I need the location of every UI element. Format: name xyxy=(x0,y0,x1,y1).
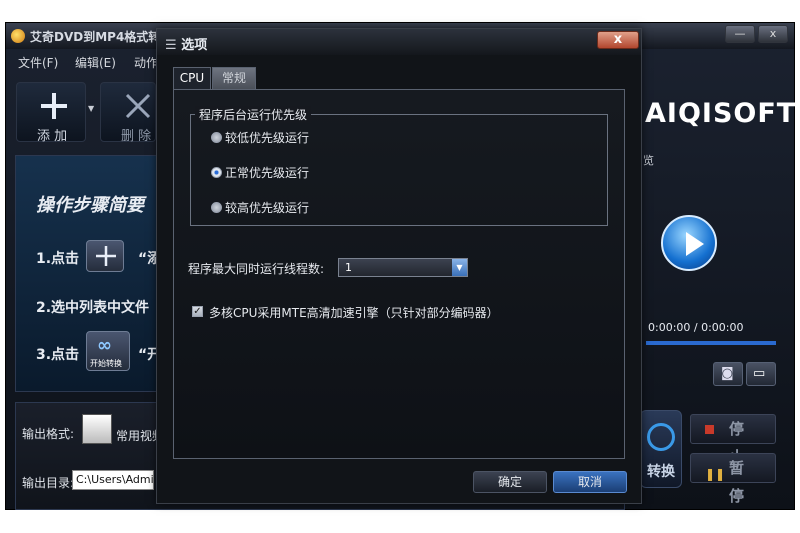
brand-logo: AIQISOFT xyxy=(645,98,797,129)
dialog-close-button[interactable]: x xyxy=(597,31,639,49)
cancel-button[interactable]: 取消 xyxy=(553,471,627,493)
app-logo-icon xyxy=(11,29,25,43)
priority-group: 程序后台运行优先级 较低优先级运行 正常优先级运行 较高优先级运行 xyxy=(190,106,608,226)
thread-count-value: 1 xyxy=(345,261,352,274)
playback-progress[interactable] xyxy=(646,341,776,345)
delete-button[interactable]: 删 除 xyxy=(100,82,156,144)
delete-label: 删 除 xyxy=(121,129,152,144)
thread-count-label: 程序最大同时运行线程数: xyxy=(188,262,325,276)
pause-icon: ❚❚ xyxy=(705,467,726,481)
menu-file[interactable]: 文件(F) xyxy=(18,54,58,71)
camera-icon: ◙ xyxy=(721,366,734,381)
delete-x-icon xyxy=(125,93,151,119)
priority-group-title: 程序后台运行优先级 xyxy=(195,106,312,123)
output-format-label: 输出格式: xyxy=(22,427,75,441)
close-window-button[interactable]: x xyxy=(758,25,788,43)
radio-normal-priority[interactable] xyxy=(211,167,222,178)
open-folder-button[interactable]: ▭ xyxy=(746,362,776,386)
pause-button[interactable]: ❚❚ 暂 停 xyxy=(690,453,776,505)
stop-icon xyxy=(705,425,714,434)
plus-icon xyxy=(41,93,67,119)
convert-icon-caption: 开始转换 xyxy=(90,359,122,368)
step2-text: 2.选中列表中文件 xyxy=(36,300,150,316)
play-icon xyxy=(686,232,704,256)
menu-action[interactable]: 动作 xyxy=(134,54,158,71)
step1-add-icon xyxy=(86,240,124,272)
step3-text: 3.点击 xyxy=(36,347,80,363)
ok-button[interactable]: 确定 xyxy=(473,471,547,493)
start-convert-button[interactable]: 转换 xyxy=(640,410,682,488)
add-label: 添 加 xyxy=(37,129,68,144)
chevron-down-icon[interactable]: ▼ xyxy=(452,259,467,276)
minimize-button[interactable]: — xyxy=(725,25,755,43)
dialog-title-text: 选项 xyxy=(181,38,208,53)
mte-label[interactable]: 多核CPU采用MTE高清加速引擎（只针对部分编码器） xyxy=(209,304,499,321)
step3-convert-icon: ∞ 开始转换 xyxy=(86,331,130,371)
menu-lines-icon: ☰ xyxy=(165,38,177,53)
radio-high-priority[interactable] xyxy=(211,202,222,213)
time-readout: 0:00:00 / 0:00:00 xyxy=(648,321,744,334)
steps-title: 操作步骤简要 xyxy=(36,195,144,216)
convert-circle-icon xyxy=(647,423,675,451)
output-dir-label: 输出目录: xyxy=(22,476,75,490)
radio-low-label[interactable]: 较低优先级运行 xyxy=(225,129,309,146)
step1-text: 1.点击 xyxy=(36,251,80,267)
add-dropdown-icon[interactable]: ▼ xyxy=(88,104,94,113)
folder-icon: ▭ xyxy=(753,366,766,381)
convert-arrows-icon: ∞ xyxy=(97,335,112,356)
preview-label: 览 xyxy=(643,154,654,167)
stop-button[interactable]: 停 止 xyxy=(690,414,776,466)
thread-count-select[interactable]: 1 ▼ xyxy=(338,258,468,277)
clapperboard-icon xyxy=(82,414,112,444)
dialog-title: ☰ 选项 xyxy=(165,34,207,53)
play-button[interactable] xyxy=(661,215,717,271)
add-button[interactable]: 添 加 xyxy=(16,82,86,144)
app-title: 艾奇DVD到MP4格式转 xyxy=(30,30,161,44)
radio-high-label[interactable]: 较高优先级运行 xyxy=(225,199,309,216)
menu-edit[interactable]: 编辑(E) xyxy=(75,54,116,71)
snapshot-button[interactable]: ◙ xyxy=(713,362,743,386)
convert-label: 转换 xyxy=(647,464,675,480)
pause-label: 暂 停 xyxy=(729,459,749,505)
radio-normal-label[interactable]: 正常优先级运行 xyxy=(225,164,309,181)
radio-low-priority[interactable] xyxy=(211,132,222,143)
options-dialog: ☰ 选项 x CPU 常规 程序后台运行优先级 较低优先级运行 正常优先级运行 … xyxy=(156,28,642,504)
tab-general[interactable]: 常规 xyxy=(212,67,256,89)
output-dir-input[interactable]: C:\Users\Admin xyxy=(72,470,154,490)
dialog-title-bar: ☰ 选项 x xyxy=(157,29,641,55)
mte-checkbox[interactable]: ✓ xyxy=(192,306,203,317)
tab-cpu[interactable]: CPU xyxy=(173,67,211,89)
tab-content-panel: 程序后台运行优先级 较低优先级运行 正常优先级运行 较高优先级运行 程序最大同时… xyxy=(173,89,625,459)
